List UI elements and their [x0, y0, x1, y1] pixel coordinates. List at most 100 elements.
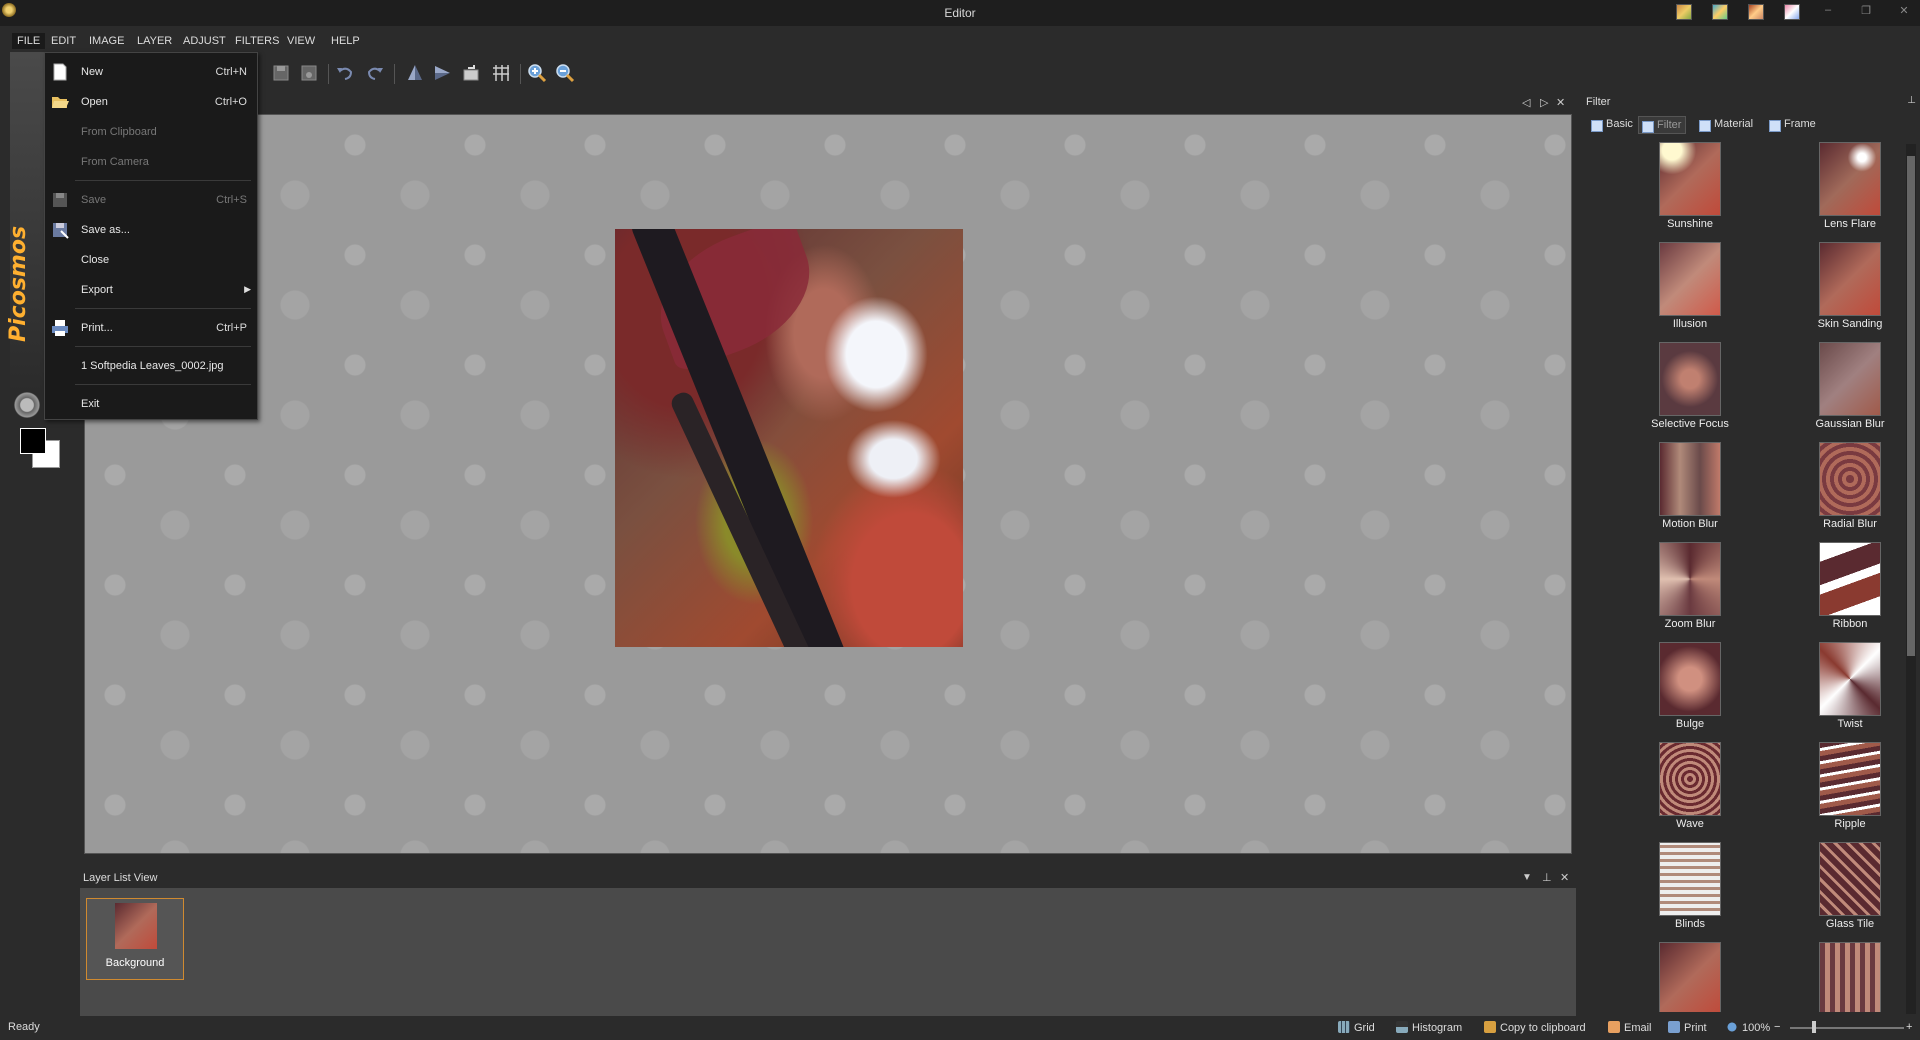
crop-icon[interactable] — [490, 62, 512, 84]
filter-item[interactable]: Skin Sanding — [1792, 242, 1900, 338]
histogram-icon — [1396, 1021, 1408, 1033]
flip-vertical-icon[interactable] — [404, 62, 426, 84]
doc-next-icon[interactable]: ▷ — [1540, 96, 1548, 109]
restore-icon[interactable]: ❐ — [1854, 4, 1878, 20]
zoom-slider[interactable] — [1790, 1027, 1904, 1029]
menu-edit[interactable]: EDIT — [46, 33, 81, 49]
filter-item[interactable] — [1792, 942, 1900, 1012]
tab-filter[interactable]: Filter — [1638, 116, 1687, 134]
tab-frame[interactable]: Frame — [1766, 116, 1820, 134]
grid-button[interactable]: Grid — [1338, 1021, 1375, 1034]
menu-view[interactable]: VIEW — [282, 33, 320, 49]
doc-close-icon[interactable]: ✕ — [1556, 96, 1565, 109]
scroll-thumb[interactable] — [1907, 156, 1915, 656]
zoom-out-icon[interactable] — [554, 62, 576, 84]
histogram-button[interactable]: Histogram — [1396, 1021, 1462, 1034]
zoom-in-icon[interactable] — [526, 62, 548, 84]
filter-item[interactable]: Ribbon — [1792, 542, 1900, 638]
clipboard-icon — [1484, 1021, 1496, 1033]
filter-grid: Sunshine Lens Flare Illusion Skin Sandin… — [1582, 142, 1900, 1012]
skin-thumb-4-icon[interactable] — [1784, 4, 1800, 20]
left-tool-bar: Picosmos — [0, 52, 60, 1017]
filter-item[interactable]: Glass Tile — [1792, 842, 1900, 938]
save-icon[interactable] — [270, 62, 292, 84]
layer-list-title: Layer List View — [83, 872, 158, 884]
menu-export[interactable]: Export ▶ — [45, 277, 257, 303]
layer-menu-icon[interactable]: ▼ — [1522, 872, 1532, 883]
filter-item[interactable]: Twist — [1792, 642, 1900, 738]
pin-icon[interactable]: ⊥ — [1542, 871, 1552, 884]
filter-item[interactable]: Radial Blur — [1792, 442, 1900, 538]
foreground-color-swatch[interactable] — [20, 428, 46, 454]
filter-panel-title: Filter — [1586, 96, 1611, 108]
menu-from-clipboard: From Clipboard — [81, 126, 157, 138]
menu-layer[interactable]: LAYER — [132, 33, 177, 49]
rotate-icon[interactable] — [460, 62, 482, 84]
zoom-icon — [1726, 1021, 1738, 1033]
tab-material[interactable]: Material — [1696, 116, 1757, 134]
menu-help[interactable]: HELP — [326, 33, 365, 49]
menu-close[interactable]: Close — [45, 247, 257, 273]
submenu-arrow-icon: ▶ — [244, 284, 251, 294]
grid-icon — [1338, 1021, 1350, 1033]
filter-item[interactable]: Gaussian Blur — [1792, 342, 1900, 438]
zoom-level: 100% — [1726, 1021, 1770, 1034]
tab-basic[interactable]: Basic — [1588, 116, 1637, 134]
status-text: Ready — [8, 1021, 40, 1033]
filter-item[interactable]: Wave — [1632, 742, 1742, 838]
print-button[interactable]: Print — [1668, 1021, 1707, 1034]
menu-new[interactable]: New Ctrl+N — [45, 59, 257, 85]
redo-icon[interactable] — [364, 62, 386, 84]
gear-icon[interactable] — [14, 392, 40, 418]
skin-thumb-3-icon[interactable] — [1748, 4, 1764, 20]
menu-image[interactable]: IMAGE — [84, 33, 129, 49]
filter-panel: Filter ⊥ Basic Filter Material Frame Sun… — [1582, 92, 1920, 1016]
filter-item[interactable]: Zoom Blur — [1632, 542, 1742, 638]
filter-item[interactable]: Selective Focus — [1632, 342, 1742, 438]
menu-save-as[interactable]: Save as... — [45, 217, 257, 243]
copy-to-clipboard-button[interactable]: Copy to clipboard — [1484, 1021, 1586, 1034]
filter-item[interactable]: Sunshine — [1632, 142, 1742, 238]
filter-item[interactable]: Ripple — [1792, 742, 1900, 838]
zoom-slider-thumb[interactable] — [1812, 1021, 1816, 1033]
menu-exit[interactable]: Exit — [45, 391, 257, 417]
menu-print[interactable]: Print... Ctrl+P — [45, 315, 257, 341]
email-button[interactable]: Email — [1608, 1021, 1652, 1034]
print-icon — [52, 320, 68, 336]
layer-list-panel: Background — [80, 888, 1576, 1016]
menu-open[interactable]: Open Ctrl+O — [45, 89, 257, 115]
filter-item[interactable]: Lens Flare — [1792, 142, 1900, 238]
menu-adjust[interactable]: ADJUST — [178, 33, 231, 49]
image-canvas[interactable] — [84, 114, 1572, 854]
panel-pin-icon[interactable]: ⊥ — [1907, 95, 1916, 106]
layer-close-icon[interactable]: ✕ — [1560, 871, 1569, 884]
layer-thumbnail — [115, 903, 157, 949]
toolbar — [44, 56, 1584, 92]
filter-scrollbar[interactable] — [1906, 144, 1916, 1014]
save-as-icon[interactable] — [298, 62, 320, 84]
skin-thumb-1-icon[interactable] — [1676, 4, 1692, 20]
canvas-header — [84, 96, 1572, 114]
zoom-out-small-icon[interactable]: − — [1774, 1021, 1780, 1033]
filter-item[interactable]: Blinds — [1632, 842, 1742, 938]
close-window-icon[interactable]: ✕ — [1892, 4, 1916, 20]
open-folder-icon — [52, 97, 69, 108]
filter-item[interactable]: Illusion — [1632, 242, 1742, 338]
minimize-icon[interactable]: – — [1816, 4, 1840, 20]
doc-prev-icon[interactable]: ◁ — [1522, 96, 1530, 109]
menu-recent-file[interactable]: 1 Softpedia Leaves_0002.jpg — [45, 353, 257, 379]
filter-item[interactable]: Bulge — [1632, 642, 1742, 738]
layer-item[interactable]: Background — [86, 898, 184, 980]
photo-leaves[interactable] — [615, 229, 963, 647]
title-bar: Editor – ❐ ✕ — [0, 0, 1920, 26]
flip-horizontal-icon[interactable] — [432, 62, 454, 84]
skin-thumb-2-icon[interactable] — [1712, 4, 1728, 20]
undo-icon[interactable] — [334, 62, 356, 84]
save-disk-icon — [53, 193, 67, 207]
filter-item[interactable] — [1632, 942, 1742, 1012]
menu-filters[interactable]: FILTERS — [230, 33, 284, 49]
filter-item[interactable]: Motion Blur — [1632, 442, 1742, 538]
email-icon — [1608, 1021, 1620, 1033]
menu-file[interactable]: FILE — [12, 33, 46, 49]
zoom-in-small-icon[interactable]: + — [1906, 1021, 1912, 1033]
